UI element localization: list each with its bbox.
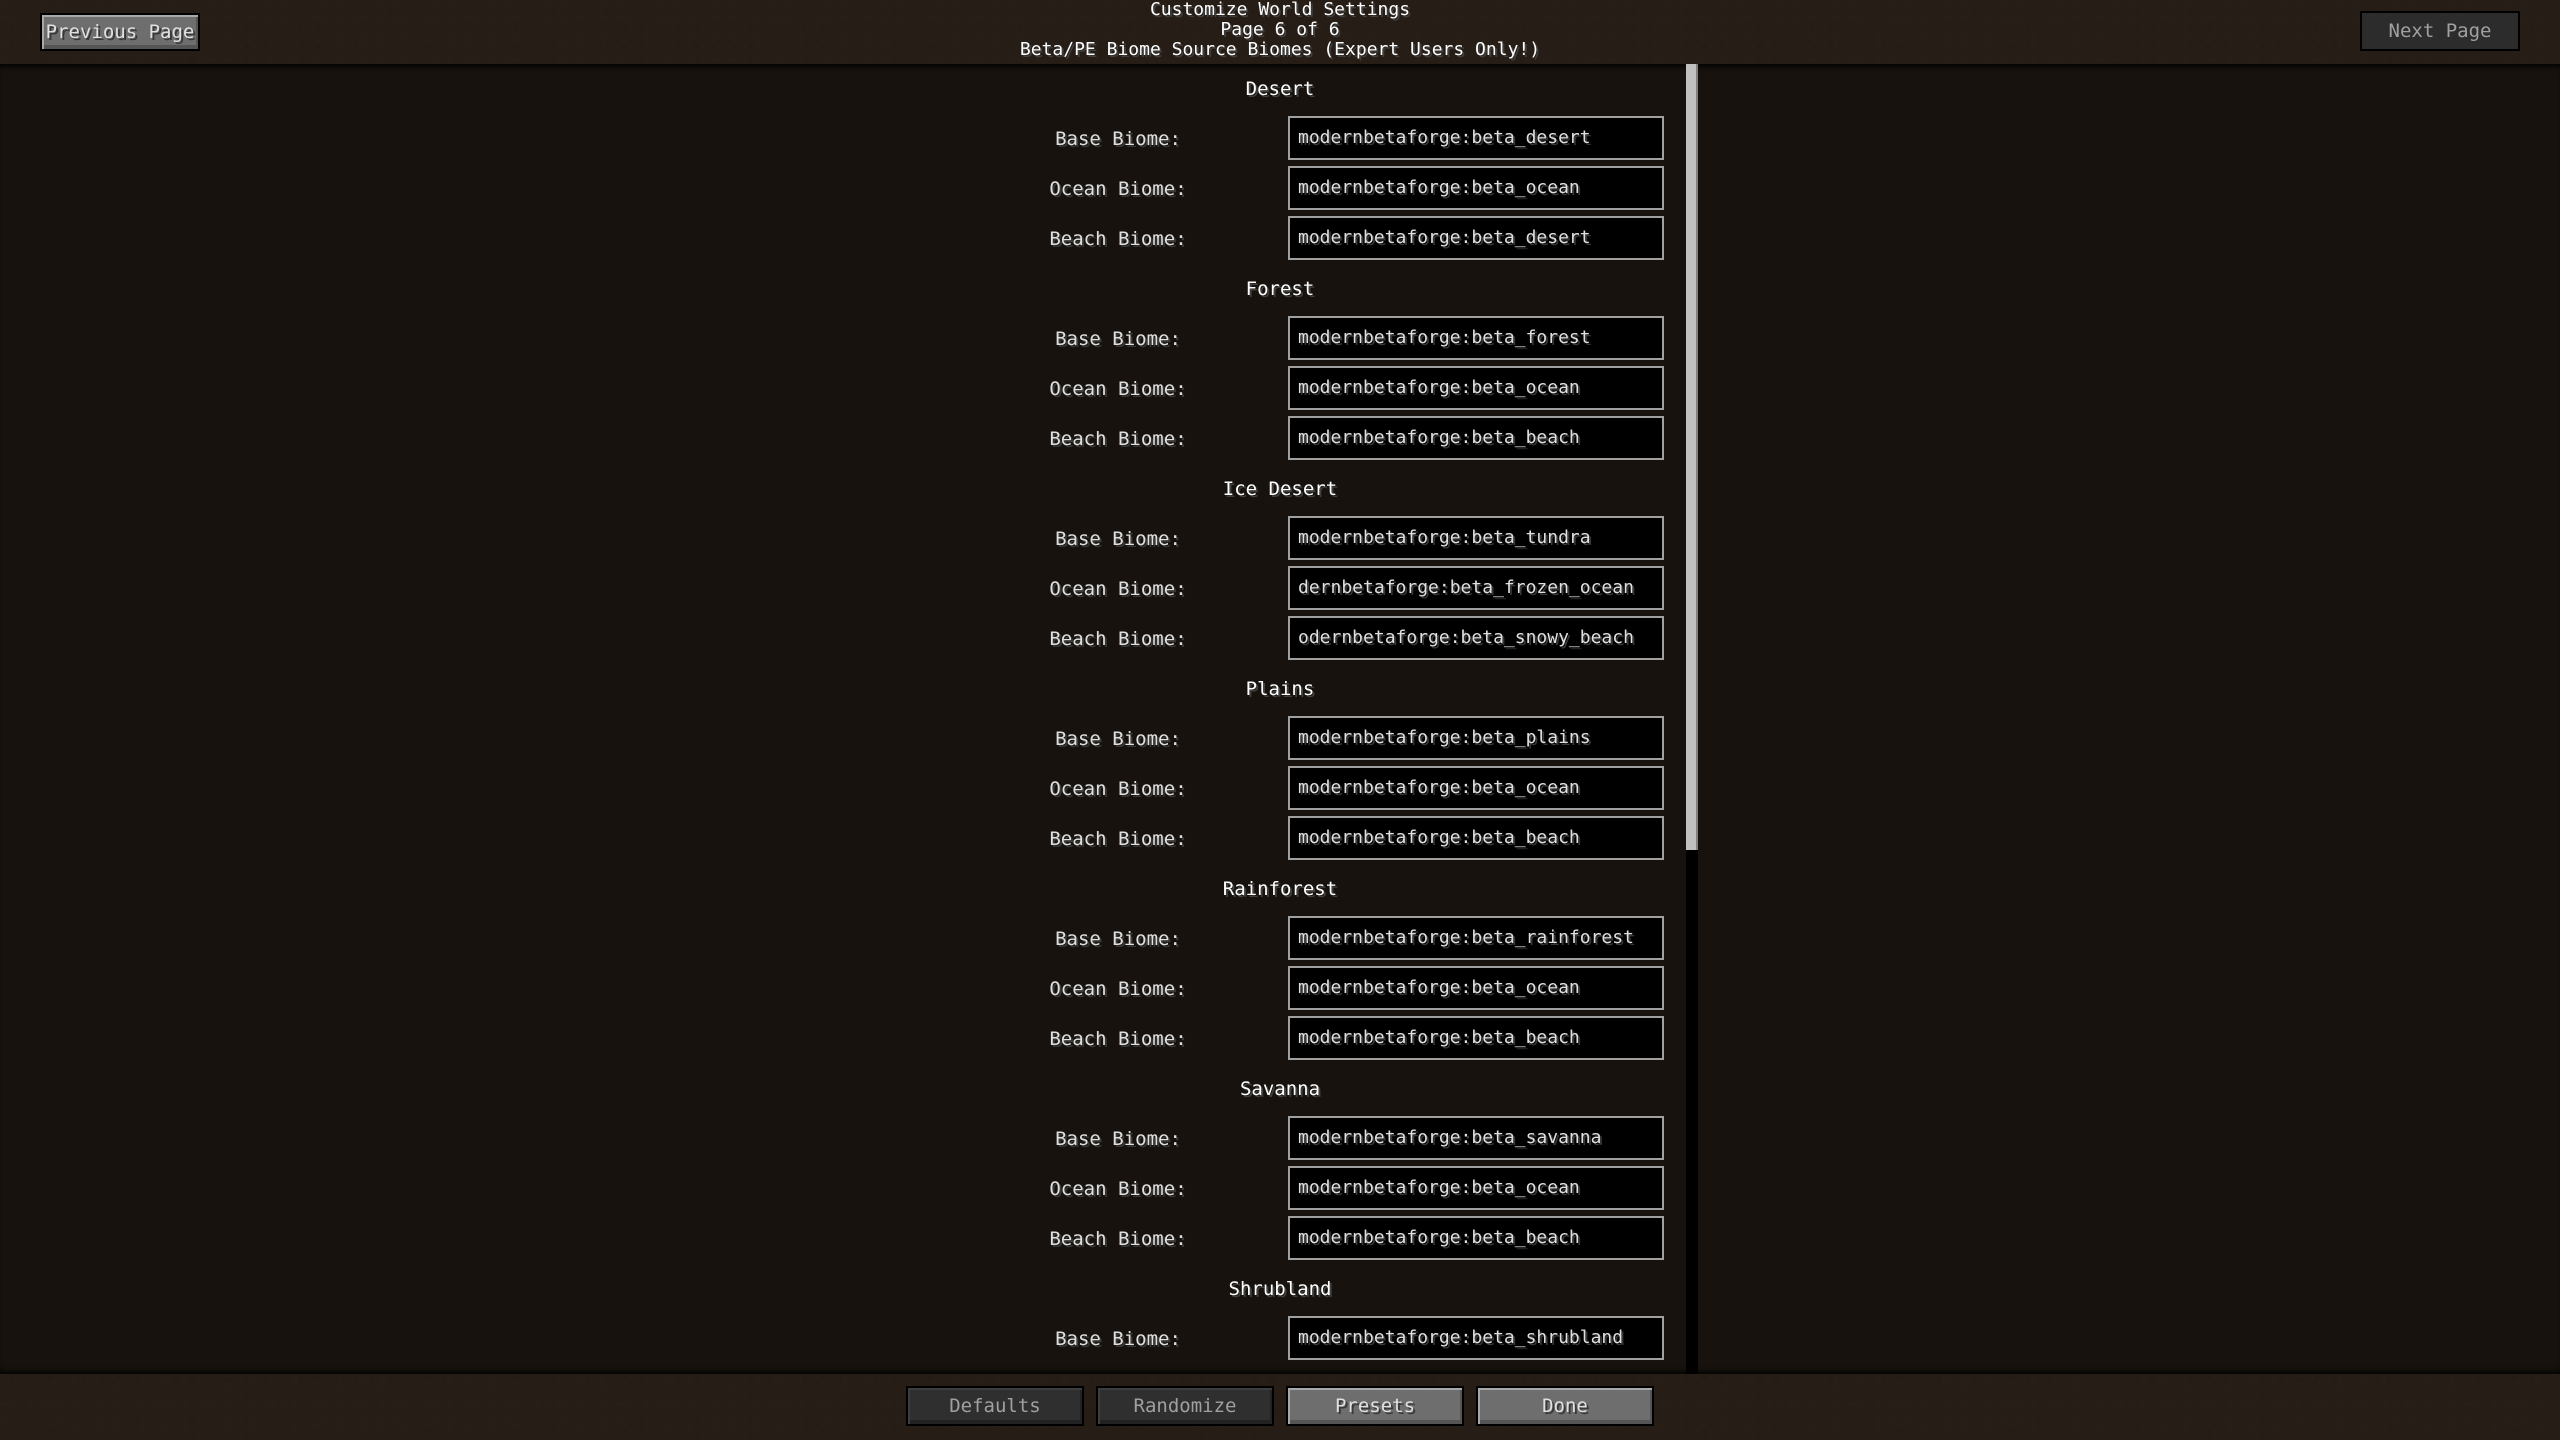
biome-input[interactable]: modernbetaforge:beta_ocean <box>1288 966 1664 1010</box>
field-label: Base Biome: <box>1055 328 1181 350</box>
page-indicator: Page 6 of 6 <box>1220 19 1340 40</box>
biome-input[interactable]: modernbetaforge:beta_rainforest <box>1288 916 1664 960</box>
biome-input[interactable]: modernbetaforge:beta_ocean <box>1288 166 1664 210</box>
page-subtitle: Beta/PE Biome Source Biomes (Expert User… <box>1019 39 1541 60</box>
field-label: Base Biome: <box>1055 728 1181 750</box>
biome-input[interactable]: modernbetaforge:beta_ocean <box>1288 1166 1664 1210</box>
field-label: Ocean Biome: <box>1049 378 1187 400</box>
presets-button[interactable]: Presets <box>1286 1386 1464 1426</box>
previous-page-button[interactable]: Previous Page <box>40 13 200 51</box>
biome-input[interactable]: modernbetaforge:beta_shrubland <box>1288 1316 1664 1360</box>
biome-input[interactable]: modernbetaforge:beta_beach <box>1288 416 1664 460</box>
section-title: Shrubland <box>1228 1278 1332 1300</box>
field-label: Beach Biome: <box>1049 428 1187 450</box>
biome-input[interactable]: modernbetaforge:beta_beach <box>1288 1216 1664 1260</box>
field-label: Base Biome: <box>1055 1328 1181 1350</box>
page-title: Customize World Settings <box>1149 0 1411 20</box>
biome-input[interactable]: dernbetaforge:beta_frozen_ocean <box>1288 566 1664 610</box>
field-label: Base Biome: <box>1055 928 1181 950</box>
section-title: Savanna <box>1239 1078 1321 1100</box>
biome-input[interactable]: modernbetaforge:beta_beach <box>1288 1016 1664 1060</box>
biome-input[interactable]: modernbetaforge:beta_beach <box>1288 816 1664 860</box>
section-title: Desert <box>1245 78 1315 100</box>
field-label: Beach Biome: <box>1049 628 1187 650</box>
biome-input[interactable]: odernbetaforge:beta_snowy_beach <box>1288 616 1664 660</box>
section-title: Plains <box>1245 678 1315 700</box>
done-button[interactable]: Done <box>1476 1386 1654 1426</box>
section-title: Rainforest <box>1222 878 1338 900</box>
biome-input[interactable]: modernbetaforge:beta_tundra <box>1288 516 1664 560</box>
next-page-button[interactable]: Next Page <box>2360 11 2520 51</box>
section-title: Forest <box>1245 278 1315 300</box>
biome-input[interactable]: modernbetaforge:beta_desert <box>1288 216 1664 260</box>
scrollbar-thumb[interactable] <box>1686 64 1698 850</box>
field-label: Ocean Biome: <box>1049 778 1187 800</box>
field-label: Beach Biome: <box>1049 228 1187 250</box>
field-label: Base Biome: <box>1055 1128 1181 1150</box>
footer-bar <box>0 1374 2560 1440</box>
header: Customize World Settings Page 6 of 6 Bet… <box>0 0 2560 60</box>
field-label: Beach Biome: <box>1049 1028 1187 1050</box>
biome-input[interactable]: modernbetaforge:beta_plains <box>1288 716 1664 760</box>
biome-input[interactable]: modernbetaforge:beta_ocean <box>1288 766 1664 810</box>
field-label: Ocean Biome: <box>1049 578 1187 600</box>
field-label: Ocean Biome: <box>1049 978 1187 1000</box>
settings-list[interactable] <box>0 64 2560 1374</box>
field-label: Base Biome: <box>1055 128 1181 150</box>
field-label: Beach Biome: <box>1049 1228 1187 1250</box>
section-title: Ice Desert <box>1222 478 1338 500</box>
field-label: Base Biome: <box>1055 528 1181 550</box>
biome-input[interactable]: modernbetaforge:beta_ocean <box>1288 366 1664 410</box>
defaults-button[interactable]: Defaults <box>906 1386 1084 1426</box>
biome-input[interactable]: modernbetaforge:beta_savanna <box>1288 1116 1664 1160</box>
biome-input[interactable]: modernbetaforge:beta_desert <box>1288 116 1664 160</box>
randomize-button[interactable]: Randomize <box>1096 1386 1274 1426</box>
field-label: Beach Biome: <box>1049 828 1187 850</box>
biome-input[interactable]: modernbetaforge:beta_forest <box>1288 316 1664 360</box>
field-label: Ocean Biome: <box>1049 1178 1187 1200</box>
field-label: Ocean Biome: <box>1049 178 1187 200</box>
